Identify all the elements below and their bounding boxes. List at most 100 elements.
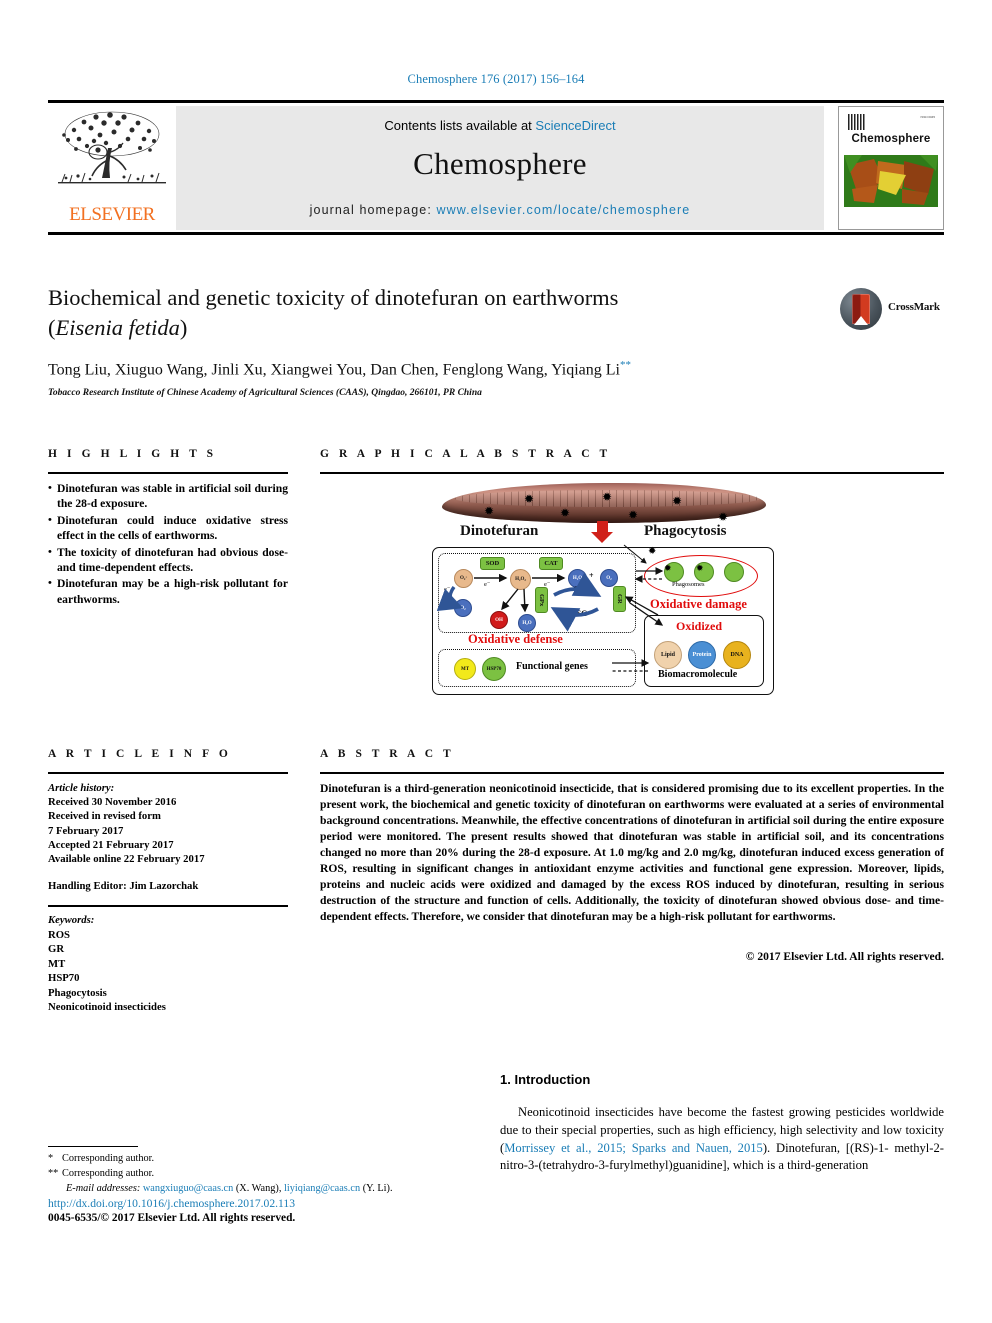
highlight-text: Dinotefuran was stable in artificial soi… <box>57 482 288 511</box>
article-title-text: Biochemical and genetic toxicity of dino… <box>48 285 619 310</box>
history-line: 7 February 2017 <box>48 824 124 837</box>
particle-icon: ✹ <box>672 494 683 508</box>
label-dinotefuran: Dinotefuran <box>460 523 539 539</box>
graphical-abstract-rule <box>320 472 944 475</box>
graphical-abstract-figure: ✹ ✹ ✹ ✹ ✹ ✹ ✹ Dinotefuran Phagocytosis O… <box>432 481 774 696</box>
article-title-species: Eisenia fetida <box>55 314 180 340</box>
corresponding-author-1-text: Corresponding author. <box>62 1153 155 1164</box>
cover-journal-title: Chemosphere <box>851 133 931 145</box>
homepage-url-link[interactable]: www.elsevier.com/locate/chemosphere <box>436 203 690 217</box>
particle-icon: ✹ <box>718 510 729 524</box>
footnotes: * Corresponding author. ** Corresponding a… <box>48 1152 488 1197</box>
highlights-heading: H I G H L I G H T S <box>48 448 217 460</box>
keyword-item: Neonicotinoid insecticides <box>48 1001 166 1014</box>
footnote-rule <box>48 1146 138 1148</box>
email-link-1[interactable]: wangxiuguo@caas.cn <box>143 1183 233 1194</box>
article-info-body: Article history: Received 30 November 20… <box>48 781 294 894</box>
cover-barcode-icon <box>848 114 865 130</box>
corresponding-author-2-text: Corresponding author. <box>62 1167 155 1179</box>
email-link-2[interactable]: liyiqiang@caas.cn <box>284 1183 360 1194</box>
crossmark-label: CrossMark <box>888 301 940 313</box>
abstract-heading: A B S T R A C T <box>320 748 455 760</box>
handling-editor: Handling Editor: Jim Lazorchak <box>48 880 199 893</box>
footnote-marker: ** <box>48 1167 59 1179</box>
highlight-text: Dinotefuran may be a high-risk pollutant… <box>57 577 288 606</box>
author-list: Tong Liu, Xiuguo Wang, Jinli Xu, Xiangwe… <box>48 359 838 379</box>
title-block: Biochemical and genetic toxicity of dino… <box>48 283 838 398</box>
keywords-rule <box>48 905 288 908</box>
elsevier-wordmark: ELSEVIER <box>69 204 155 225</box>
elsevier-logo: ELSEVIER <box>48 106 176 230</box>
journal-homepage-line: journal homepage: www.elsevier.com/locat… <box>176 203 824 217</box>
email-label: E-mail addresses: <box>66 1182 141 1194</box>
bullet-icon: • <box>48 482 52 494</box>
highlight-text: The toxicity of dinotefuran had obvious … <box>57 545 288 575</box>
bullet-icon: • <box>48 545 52 558</box>
list-item: • Dinotefuran may be a high-risk polluta… <box>48 576 288 607</box>
crossmark-badge[interactable]: CrossMark <box>840 288 944 332</box>
article-info-heading: A R T I C L E I N F O <box>48 748 232 760</box>
citation-link[interactable]: Morrissey et al., 2015; Sparks and Nauen… <box>504 1141 763 1155</box>
particle-icon: ✹ <box>560 506 571 520</box>
page-title: Biochemical and genetic toxicity of dino… <box>48 285 619 340</box>
corresponding-author-2: ** Corresponding author. <box>48 1167 488 1182</box>
cover-artwork <box>844 155 938 207</box>
particle-icon: ✹ <box>602 490 613 504</box>
abstract-copyright: © 2017 Elsevier Ltd. All rights reserved… <box>745 950 944 963</box>
bullet-icon: • <box>48 513 52 526</box>
bullet-icon: • <box>48 577 52 590</box>
affiliation: Tobacco Research Institute of Chinese Ac… <box>48 387 482 398</box>
corresponding-author-1: * Corresponding author. <box>48 1152 488 1167</box>
sciencedirect-link[interactable]: ScienceDirect <box>535 118 615 133</box>
history-line: Received 30 November 2016 <box>48 796 177 809</box>
history-line: Accepted 21 February 2017 <box>48 838 174 851</box>
keywords-list: Keywords: ROS GR MT HSP70 Phagocytosis N… <box>48 913 294 1015</box>
graphical-abstract-heading: G R A P H I C A L A B S T R A C T <box>320 448 611 460</box>
introduction-heading: 1. Introduction <box>500 1072 591 1087</box>
particle-icon: ✹ <box>628 508 639 522</box>
article-info-rule <box>48 772 288 775</box>
label-phagocytosis: Phagocytosis <box>644 523 727 539</box>
banner-center: Contents lists available at ScienceDirec… <box>176 106 824 230</box>
ga-left-arrows <box>436 572 602 632</box>
keyword-item: HSP70 <box>48 972 80 985</box>
abstract-rule <box>320 772 944 775</box>
homepage-prefix: journal homepage: <box>309 203 437 217</box>
journal-title: Chemosphere <box>413 146 587 181</box>
author-corresponding-marker: ** <box>619 359 631 372</box>
doi-link[interactable]: http://dx.doi.org/10.1016/j.chemosphere.… <box>48 1197 295 1210</box>
ga-right-arrows <box>612 544 664 672</box>
keyword-item: Phagocytosis <box>48 986 107 999</box>
banner-rule-top <box>48 100 944 103</box>
list-item: • The toxicity of dinotefuran had obviou… <box>48 545 288 576</box>
paper-page: Chemosphere 176 (2017) 156–164 ELSEVIER … <box>0 0 992 1323</box>
article-history-label: Article history: <box>48 782 115 794</box>
particle-icon: ✹ <box>524 492 535 506</box>
history-line: Available online 22 February 2017 <box>48 853 205 866</box>
contents-prefix: Contents lists available at <box>384 118 536 133</box>
email-addresses: E-mail addresses: wangxiuguo@caas.cn (X.… <box>48 1182 488 1197</box>
particle-icon: ✹ <box>484 504 495 518</box>
list-item: • Dinotefuran could induce oxidative str… <box>48 513 288 544</box>
crossmark-triangle-icon <box>854 316 868 325</box>
list-item: • Dinotefuran was stable in artificial s… <box>48 481 288 512</box>
keyword-item: MT <box>48 957 66 970</box>
history-line: Received in revised form <box>48 810 161 823</box>
abstract-text: Dinotefuran is a third-generation neonic… <box>320 782 944 923</box>
contents-available-line: Contents lists available at ScienceDirec… <box>176 118 824 133</box>
keyword-item: GR <box>48 943 65 956</box>
email-name-1: (X. Wang), <box>235 1182 282 1194</box>
label-oxidative-defense: Oxidative defense <box>468 632 563 646</box>
introduction-paragraph: Neonicotinoid insecticides have become t… <box>500 1104 944 1175</box>
crossmark-circle-icon <box>840 288 882 330</box>
email-name-2: (Y. Li). <box>362 1182 393 1194</box>
issn-copyright: 0045-6535/© 2017 Elsevier Ltd. All right… <box>48 1212 296 1224</box>
highlights-rule <box>48 472 288 475</box>
cover-issn-text: ISSN 0045 <box>920 115 935 119</box>
keyword-item: ROS <box>48 928 70 941</box>
elsevier-tree-icon <box>58 111 166 184</box>
cover-leaf-graphic <box>844 155 938 207</box>
journal-banner: ELSEVIER Contents lists available at Sci… <box>48 100 944 235</box>
label-functional-genes: Functional genes <box>516 661 588 672</box>
banner-rule-bottom <box>48 232 944 235</box>
